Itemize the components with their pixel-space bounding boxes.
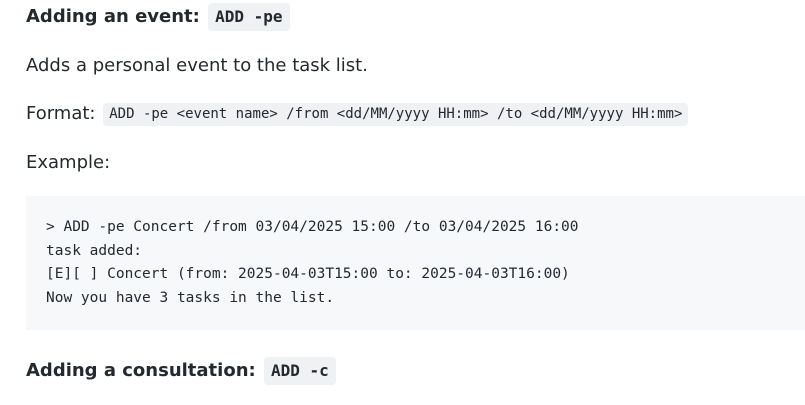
example-line: [E][ ] Concert (from: 2025-04-03T15:00 t… bbox=[46, 266, 570, 282]
event-description: Adds a personal event to the task list. bbox=[26, 55, 368, 76]
heading-event-text: Adding an event: bbox=[26, 6, 200, 27]
example-label: Example: bbox=[26, 152, 111, 173]
format-command: ADD -pe <event name> /from <dd/MM/yyyy H… bbox=[103, 102, 689, 126]
example-line: > ADD -pe Concert /from 03/04/2025 15:00… bbox=[46, 219, 579, 235]
heading-event-command: ADD -pe bbox=[208, 3, 290, 31]
example-code-block: > ADD -pe Concert /from 03/04/2025 15:00… bbox=[26, 196, 805, 330]
heading-consultation-command: ADD -c bbox=[263, 357, 336, 385]
format-label: Format: bbox=[26, 103, 96, 124]
example-line: task added: bbox=[46, 242, 143, 259]
heading-adding-event: Adding an event: ADD -pe bbox=[26, 3, 290, 31]
heading-adding-consultation: Adding a consultation: ADD -c bbox=[26, 357, 336, 385]
heading-consultation-text: Adding a consultation: bbox=[26, 360, 256, 381]
example-line: Now you have 3 tasks in the list. bbox=[46, 289, 335, 306]
event-format: Format: ADD -pe <event name> /from <dd/M… bbox=[26, 101, 689, 127]
